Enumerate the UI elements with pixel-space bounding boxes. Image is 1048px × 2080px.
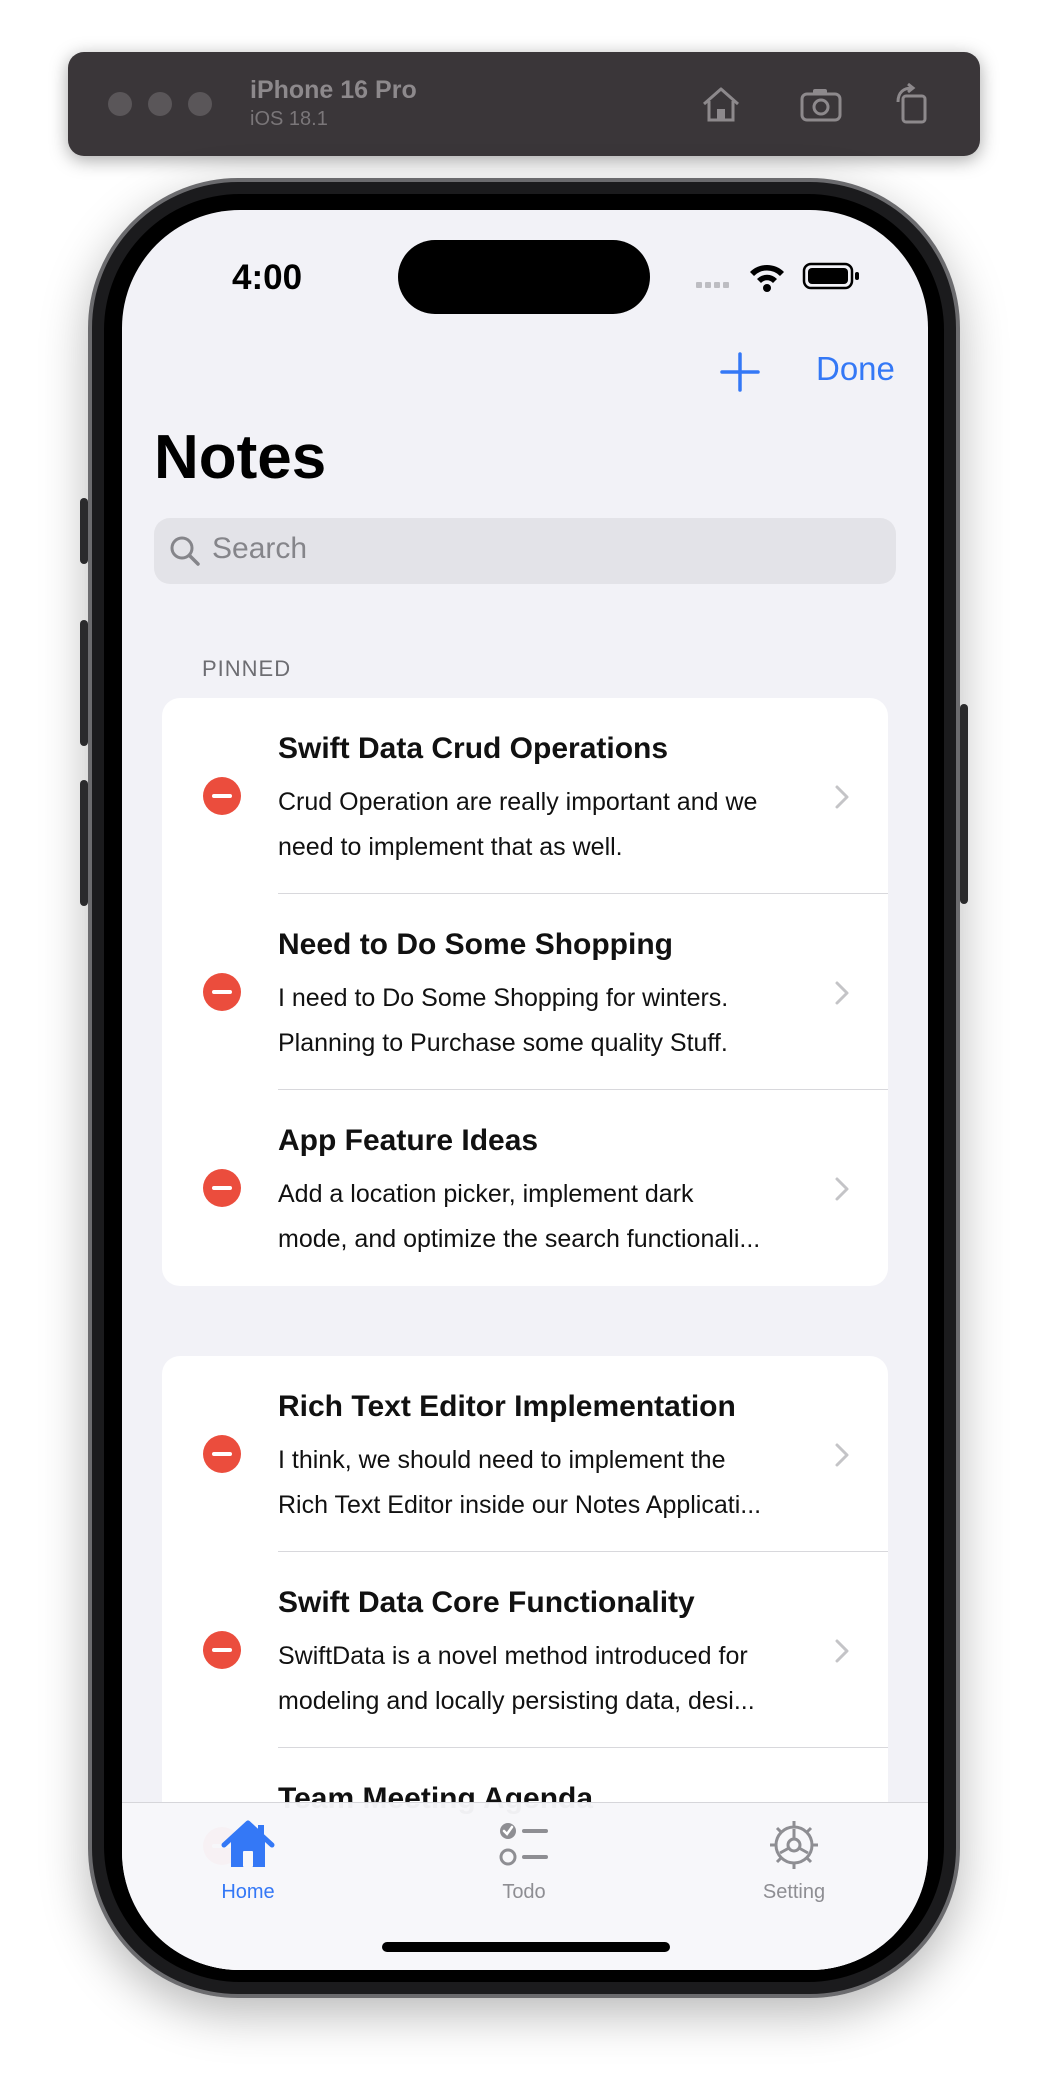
note-title: Need to Do Some Shopping	[278, 928, 673, 961]
note-preview: SwiftData is a novel method introduced f…	[278, 1634, 808, 1724]
battery-icon	[802, 262, 859, 290]
note-preview-line: I need to Do Some Shopping for winters.	[278, 984, 729, 1012]
tab-label: Setting	[762, 1881, 826, 1903]
note-preview-line: Rich Text Editor inside our Notes Applic…	[278, 1491, 762, 1519]
wifi-icon	[750, 264, 784, 292]
rotate-icon[interactable]	[890, 82, 936, 128]
note-preview-line: SwiftData is a novel method introduced f…	[278, 1642, 748, 1670]
note-row[interactable]: Swift Data Core Functionality SwiftData …	[162, 1552, 888, 1748]
home-indicator	[382, 1942, 670, 1952]
note-preview: Crud Operation are really important and …	[278, 780, 808, 870]
note-preview-line: Add a location picker, implement dark	[278, 1180, 694, 1208]
tab-label: Todo	[502, 1881, 546, 1903]
note-preview-line: need to implement that as well.	[278, 833, 623, 861]
status-time: 4:00	[232, 258, 303, 297]
note-title: Swift Data Crud Operations	[278, 732, 669, 765]
delete-icon[interactable]	[202, 1630, 242, 1670]
delete-icon[interactable]	[202, 776, 242, 816]
home-icon[interactable]	[698, 82, 744, 128]
window-close-button[interactable]	[108, 92, 132, 116]
search-placeholder: Search	[212, 532, 308, 565]
add-note-button[interactable]	[716, 348, 764, 396]
gear-icon	[770, 1821, 818, 1869]
chevron-right-icon	[835, 981, 849, 1005]
house-icon	[221, 1820, 275, 1867]
side-power-button[interactable]	[960, 704, 968, 904]
search-icon	[170, 536, 200, 566]
note-preview: Add a location picker, implement dark mo…	[278, 1172, 808, 1262]
status-icons	[696, 262, 859, 292]
window-minimize-button[interactable]	[148, 92, 172, 116]
note-preview-line: modeling and locally persisting data, de…	[278, 1687, 755, 1715]
tab-home[interactable]: Home	[168, 1817, 328, 1917]
note-row[interactable]: Need to Do Some Shopping I need to Do So…	[162, 894, 888, 1090]
action-button[interactable]	[80, 498, 88, 564]
delete-icon[interactable]	[202, 1434, 242, 1474]
simulator-toolbar: iPhone 16 Pro iOS 18.1	[68, 52, 980, 156]
tab-todo[interactable]: Todo	[444, 1817, 604, 1917]
pinned-section-header: PINNED	[202, 656, 292, 681]
checklist-icon	[499, 1823, 548, 1866]
chevron-right-icon	[835, 1443, 849, 1467]
note-row[interactable]: App Feature Ideas Add a location picker,…	[162, 1090, 888, 1286]
note-row[interactable]: Rich Text Editor Implementation I think,…	[162, 1356, 888, 1552]
note-preview-line: Planning to Purchase some quality Stuff.	[278, 1029, 728, 1057]
page-title: Notes	[154, 423, 327, 492]
note-row[interactable]: Swift Data Crud Operations Crud Operatio…	[162, 698, 888, 894]
pinned-notes-list: Swift Data Crud Operations Crud Operatio…	[162, 698, 888, 1286]
delete-icon[interactable]	[202, 1168, 242, 1208]
simulator-device-name: iPhone 16 Pro	[250, 76, 417, 104]
note-preview: I need to Do Some Shopping for winters. …	[278, 976, 808, 1066]
chevron-right-icon	[835, 785, 849, 809]
volume-up-button[interactable]	[80, 620, 88, 746]
note-preview-line: mode, and optimize the search functional…	[278, 1225, 761, 1253]
note-title: App Feature Ideas	[278, 1124, 539, 1157]
search-field[interactable]: Search	[154, 518, 896, 584]
device-screen: 4:00 Done Notes Search PINNED Swift Data…	[122, 210, 928, 1970]
chevron-right-icon	[835, 1177, 849, 1201]
cellular-signal-icon	[696, 282, 729, 288]
done-button[interactable]: Done	[816, 350, 895, 388]
tab-label: Home	[221, 1881, 275, 1903]
note-title: Swift Data Core Functionality	[278, 1586, 695, 1619]
note-preview-line: Crud Operation are really important and …	[278, 788, 758, 816]
volume-down-button[interactable]	[80, 780, 88, 906]
note-preview: I think, we should need to implement the…	[278, 1438, 808, 1528]
dynamic-island	[398, 240, 650, 314]
note-title: Rich Text Editor Implementation	[278, 1390, 736, 1423]
screenshot-icon[interactable]	[798, 82, 844, 128]
note-preview-line: I think, we should need to implement the	[278, 1446, 726, 1474]
window-zoom-button[interactable]	[188, 92, 212, 116]
simulator-os-version: iOS 18.1	[250, 108, 328, 130]
tab-setting[interactable]: Setting	[714, 1817, 874, 1917]
delete-icon[interactable]	[202, 972, 242, 1012]
chevron-right-icon	[835, 1639, 849, 1663]
